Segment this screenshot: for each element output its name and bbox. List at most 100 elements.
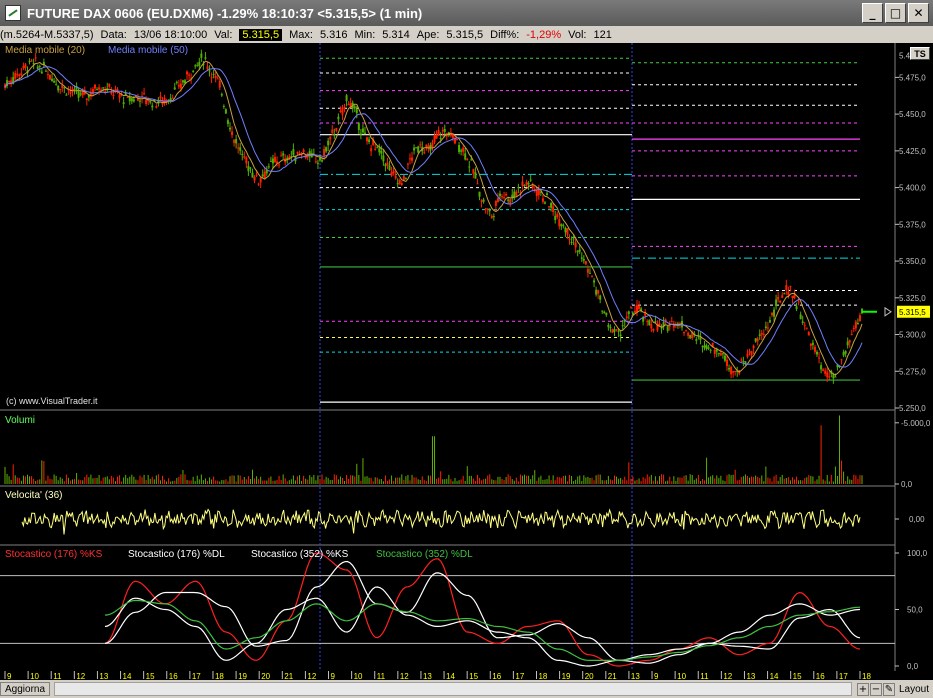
candle-body xyxy=(204,57,207,59)
candle-body xyxy=(231,131,234,136)
chart-area[interactable]: 5.475,0 5.450,0 5.425,0 5.400,0 5.375,0 5.350… xyxy=(0,43,933,680)
max-value: 5.316 xyxy=(319,28,348,41)
horizontal-scrollbar[interactable] xyxy=(54,682,852,696)
candle-body xyxy=(828,376,831,378)
candle-body xyxy=(848,340,851,343)
candle-body xyxy=(474,172,477,179)
candle-body xyxy=(382,155,385,162)
candle-body xyxy=(259,178,262,183)
candle-body xyxy=(44,70,47,72)
candle-body xyxy=(648,320,651,326)
candle-body xyxy=(151,105,154,108)
candle-body xyxy=(188,74,191,76)
candle-body xyxy=(108,83,111,87)
stoch-352-ks-line xyxy=(104,586,861,667)
candle-body xyxy=(374,148,377,150)
candle-body xyxy=(104,90,107,92)
zoom-in-button[interactable]: + xyxy=(856,682,869,696)
candle-body xyxy=(781,295,784,298)
x-tick-label: 21 xyxy=(608,672,617,680)
candle-body xyxy=(18,74,21,76)
candle-body xyxy=(408,158,411,160)
layout-button[interactable]: Layout xyxy=(899,684,929,695)
candle-body xyxy=(850,333,853,335)
candle-body xyxy=(591,275,594,277)
x-tick-label: 17 xyxy=(839,672,848,680)
close-button[interactable]: ✕ xyxy=(908,3,929,23)
candle-body xyxy=(750,351,753,356)
candle-body xyxy=(57,85,60,91)
candle-body xyxy=(554,215,557,221)
x-tick-label: 12 xyxy=(723,672,732,680)
candle-body xyxy=(384,164,387,167)
x-tick-label: 9 xyxy=(331,672,336,680)
candle-body xyxy=(466,158,469,160)
candle-body xyxy=(110,92,113,94)
candle-body xyxy=(586,269,589,273)
candle-body xyxy=(233,139,236,143)
candle-body xyxy=(795,306,798,310)
candle-body xyxy=(443,128,446,132)
candle-body xyxy=(625,316,628,318)
ma50-line xyxy=(4,66,863,368)
candle-body xyxy=(478,191,481,197)
candle-body xyxy=(65,94,68,96)
velocity-tick-label: 0,00 xyxy=(909,515,925,524)
candle-body xyxy=(574,242,577,248)
x-tick-label: 12 xyxy=(76,672,85,680)
candle-body xyxy=(323,149,326,156)
candle-body xyxy=(523,184,526,186)
candle-body xyxy=(807,332,810,336)
x-tick-label: 14 xyxy=(123,672,132,680)
candle-body xyxy=(472,169,475,174)
diff-label: Diff%: xyxy=(490,28,520,41)
candle-body xyxy=(357,123,360,130)
candle-body xyxy=(470,159,473,161)
candle-body xyxy=(615,329,618,331)
minimize-button[interactable]: _ xyxy=(862,3,883,23)
candle-body xyxy=(210,77,213,79)
candle-body xyxy=(809,343,812,346)
candle-body xyxy=(766,327,769,329)
pencil-icon[interactable]: ✎ xyxy=(882,682,895,696)
candle-body xyxy=(423,152,426,154)
candle-body xyxy=(646,321,649,323)
chart-canvas[interactable]: 5.475,05.450,05.425,05.400,05.375,05.350… xyxy=(0,43,933,680)
candle-body xyxy=(709,349,712,351)
candle-body xyxy=(609,327,612,329)
candle-body xyxy=(789,285,792,287)
candle-body xyxy=(805,327,808,329)
ts-button[interactable]: TS xyxy=(910,47,930,60)
candle-body xyxy=(36,66,39,69)
candle-body xyxy=(278,164,281,166)
candle-body xyxy=(846,341,849,346)
candle-body xyxy=(498,193,501,197)
candle-body xyxy=(282,153,285,156)
candle-body xyxy=(247,165,250,172)
candle-body xyxy=(269,160,272,162)
candle-body xyxy=(464,153,467,160)
candle-body xyxy=(607,324,610,328)
candle-body xyxy=(568,238,571,240)
candle-body xyxy=(546,193,549,196)
candle-body xyxy=(652,328,655,331)
candle-body xyxy=(339,110,342,112)
candle-body xyxy=(431,142,434,147)
x-tick-label: 9 xyxy=(7,672,12,680)
candle-body xyxy=(46,74,49,76)
candle-body xyxy=(177,84,180,87)
x-tick-label: 10 xyxy=(677,672,686,680)
aggiorna-tab[interactable]: Aggiorna xyxy=(0,682,51,696)
candle-body xyxy=(368,139,371,142)
candle-body xyxy=(267,166,270,168)
maximize-button[interactable]: □ xyxy=(885,3,906,23)
candle-body xyxy=(811,342,814,346)
candle-body xyxy=(280,155,283,157)
candle-body xyxy=(224,109,227,114)
x-tick-label: 13 xyxy=(746,672,755,680)
current-price-tag-label: 5.315,5 xyxy=(899,308,926,317)
candle-body xyxy=(832,374,835,379)
candle-body xyxy=(415,147,418,149)
zoom-out-button[interactable]: − xyxy=(869,682,882,696)
candle-body xyxy=(572,238,575,240)
